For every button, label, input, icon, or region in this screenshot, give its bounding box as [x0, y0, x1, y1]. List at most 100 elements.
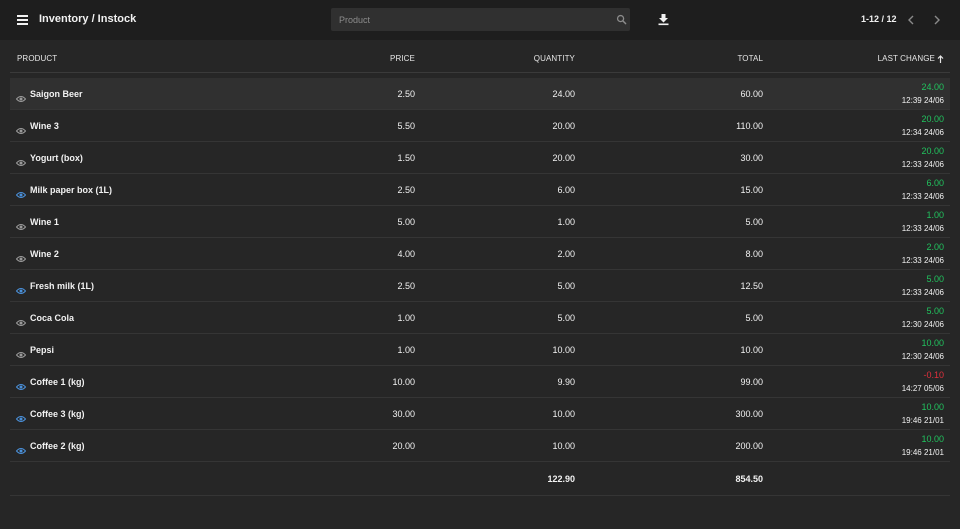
- product-total: 110.00: [736, 121, 763, 131]
- product-name: Pepsi: [30, 345, 55, 355]
- product-quantity: 2.00: [557, 249, 575, 259]
- eye-icon[interactable]: [15, 442, 27, 455]
- menu-icon[interactable]: [17, 15, 28, 25]
- product-price: 10.00: [392, 377, 415, 387]
- product-quantity: 5.00: [557, 281, 575, 291]
- eye-icon[interactable]: [15, 346, 27, 359]
- product-name: Saigon Beer: [30, 89, 83, 99]
- last-change-amount: 2.00: [926, 242, 944, 252]
- eye-icon[interactable]: [15, 250, 27, 263]
- product-quantity: 20.00: [552, 153, 575, 163]
- product-total: 5.00: [745, 217, 763, 227]
- product-name: Coca Cola: [30, 313, 75, 323]
- table-row[interactable]: Coffee 2 (kg) 20.00 10.00 200.00 10.00 19:46 …: [10, 430, 950, 462]
- column-header-product[interactable]: PRODUCT: [17, 54, 57, 63]
- column-header-price[interactable]: PRICE: [390, 54, 415, 63]
- table-row[interactable]: Wine 3 5.50 20.00 110.00 20.00 12:34 24/06: [10, 110, 950, 142]
- last-change-time: 14:27 05/06: [901, 384, 944, 393]
- product-price: 2.50: [397, 89, 415, 99]
- table-row[interactable]: Yogurt (box) 1.50 20.00 30.00 20.00 12:33 24/…: [10, 142, 950, 174]
- table-row[interactable]: Fresh milk (1L) 2.50 5.00 12.50 5.00 12:33 24…: [10, 270, 950, 302]
- last-change-amount: 6.00: [926, 178, 944, 188]
- product-price: 5.00: [397, 217, 415, 227]
- arrow-up-icon: [937, 54, 944, 63]
- page-title: Inventory / Instock: [39, 13, 137, 25]
- product-total: 300.00: [735, 409, 763, 419]
- product-quantity: 10.00: [552, 345, 575, 355]
- product-price: 5.50: [397, 121, 415, 131]
- eye-icon[interactable]: [15, 314, 27, 327]
- last-change-time: 12:30 24/06: [901, 320, 944, 329]
- product-quantity: 9.90: [557, 377, 575, 387]
- last-change-time: 12:30 24/06: [901, 352, 944, 361]
- product-name: Wine 1: [30, 217, 59, 227]
- product-total: 8.00: [745, 249, 763, 259]
- product-quantity: 5.00: [557, 313, 575, 323]
- product-name: Wine 3: [30, 121, 59, 131]
- column-header-quantity[interactable]: QUANTITY: [534, 54, 575, 63]
- chevron-left-icon[interactable]: [906, 14, 916, 26]
- search-box: [331, 8, 630, 31]
- column-header-total[interactable]: TOTAL: [737, 54, 763, 63]
- product-price: 20.00: [392, 441, 415, 451]
- last-change-time: 12:33 24/06: [901, 224, 944, 233]
- product-name: Coffee 1 (kg): [30, 377, 85, 387]
- download-icon[interactable]: [657, 13, 670, 26]
- total-value: 854.50: [735, 474, 763, 484]
- top-bar: Inventory / Instock 1-12 / 12: [0, 0, 960, 40]
- product-price: 4.00: [397, 249, 415, 259]
- eye-icon[interactable]: [15, 122, 27, 135]
- last-change-time: 12:33 24/06: [901, 192, 944, 201]
- eye-icon[interactable]: [15, 154, 27, 167]
- header-divider: [10, 72, 950, 73]
- product-total: 12.50: [740, 281, 763, 291]
- last-change-amount: 5.00: [926, 274, 944, 284]
- product-total: 15.00: [740, 185, 763, 195]
- table-row[interactable]: Milk paper box (1L) 2.50 6.00 15.00 6.00 12:3…: [10, 174, 950, 206]
- table-row[interactable]: Wine 2 4.00 2.00 8.00 2.00 12:33 24/06: [10, 238, 950, 270]
- product-quantity: 1.00: [557, 217, 575, 227]
- eye-icon[interactable]: [15, 410, 27, 423]
- last-change-time: 12:33 24/06: [901, 160, 944, 169]
- column-header-last-change-label: LAST CHANGE: [877, 54, 935, 63]
- product-name: Fresh milk (1L): [30, 281, 95, 291]
- product-price: 2.50: [397, 281, 415, 291]
- last-change-amount: 1.00: [926, 210, 944, 220]
- eye-icon[interactable]: [15, 90, 27, 103]
- product-name: Coffee 2 (kg): [30, 441, 85, 451]
- table-row[interactable]: Saigon Beer 2.50 24.00 60.00 24.00 12:39 24/0…: [10, 78, 950, 110]
- chevron-right-icon[interactable]: [932, 14, 942, 26]
- product-price: 1.50: [397, 153, 415, 163]
- total-quantity: 122.90: [547, 474, 575, 484]
- last-change-amount: -0.10: [923, 370, 944, 380]
- product-total: 200.00: [735, 441, 763, 451]
- product-total: 60.00: [740, 89, 763, 99]
- last-change-amount: 5.00: [926, 306, 944, 316]
- inventory-table: Saigon Beer 2.50 24.00 60.00 24.00 12:39 24/0…: [10, 78, 950, 462]
- last-change-time: 12:33 24/06: [901, 256, 944, 265]
- product-price: 30.00: [392, 409, 415, 419]
- product-name: Yogurt (box): [30, 153, 83, 163]
- eye-icon[interactable]: [15, 282, 27, 295]
- last-change-time: 12:34 24/06: [901, 128, 944, 137]
- column-header-last-change[interactable]: LAST CHANGE: [878, 54, 944, 63]
- last-change-time: 19:46 21/01: [901, 416, 944, 425]
- eye-icon[interactable]: [15, 218, 27, 231]
- last-change-amount: 24.00: [921, 82, 944, 92]
- table-row[interactable]: Wine 1 5.00 1.00 5.00 1.00 12:33 24/06: [10, 206, 950, 238]
- table-row[interactable]: Coca Cola 1.00 5.00 5.00 5.00 12:30 24/06: [10, 302, 950, 334]
- product-price: 2.50: [397, 185, 415, 195]
- last-change-amount: 10.00: [921, 338, 944, 348]
- table-row[interactable]: Pepsi 1.00 10.00 10.00 10.00 12:30 24/06: [10, 334, 950, 366]
- eye-icon[interactable]: [15, 378, 27, 391]
- product-name: Milk paper box (1L): [30, 185, 113, 195]
- eye-icon[interactable]: [15, 186, 27, 199]
- product-quantity: 24.00: [552, 89, 575, 99]
- last-change-amount: 20.00: [921, 146, 944, 156]
- table-row[interactable]: Coffee 3 (kg) 30.00 10.00 300.00 10.00 19:46 …: [10, 398, 950, 430]
- last-change-time: 12:39 24/06: [901, 96, 944, 105]
- table-row[interactable]: Coffee 1 (kg) 10.00 9.90 99.00 -0.10 14:27 05…: [10, 366, 950, 398]
- search-icon[interactable]: [616, 14, 627, 25]
- pagination-count: 1-12 / 12: [861, 14, 897, 24]
- search-input[interactable]: [331, 8, 611, 31]
